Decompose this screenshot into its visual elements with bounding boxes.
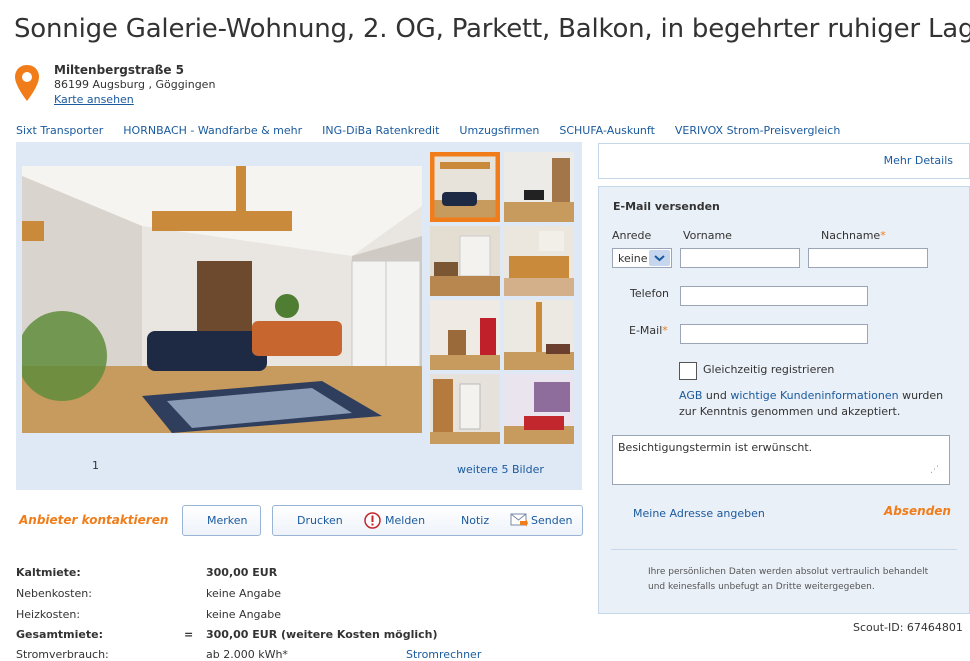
lastname-input[interactable] bbox=[808, 248, 928, 268]
message-text: Besichtigungstermin ist erwünscht. bbox=[618, 441, 813, 454]
thumbnail-3[interactable] bbox=[430, 226, 500, 296]
fact-value: keine Angabe bbox=[206, 608, 282, 621]
my-address-link[interactable]: Meine Adresse angeben bbox=[633, 507, 765, 520]
map-pin-icon bbox=[15, 65, 39, 101]
print-button[interactable]: Drucken bbox=[297, 514, 343, 527]
privacy-note-1: Ihre persönlichen Daten werden absolut v… bbox=[648, 567, 929, 577]
thumbnail-2[interactable] bbox=[504, 152, 574, 222]
ad-link[interactable]: VERIVOX Strom-Preisvergleich bbox=[675, 124, 840, 137]
thumbnail-4[interactable] bbox=[504, 226, 574, 296]
register-checkbox[interactable] bbox=[679, 362, 697, 380]
map-link[interactable]: Karte ansehen bbox=[54, 93, 134, 106]
page-title: Sonnige Galerie-Wohnung, 2. OG, Parkett,… bbox=[14, 14, 970, 44]
salutation-select[interactable]: keine bbox=[612, 248, 672, 268]
submit-button[interactable]: Absenden bbox=[884, 504, 951, 518]
fact-equals: = bbox=[184, 628, 194, 641]
fact-value: keine Angabe bbox=[206, 587, 282, 600]
lastname-label: Nachname* bbox=[821, 229, 886, 242]
fact-label: Kaltmiete: bbox=[16, 566, 81, 579]
details-box: Mehr Details bbox=[598, 143, 970, 179]
firstname-input[interactable] bbox=[680, 248, 800, 268]
scout-id: Scout-ID: 67464801 bbox=[853, 621, 963, 634]
salutation-value: keine bbox=[618, 252, 648, 265]
message-textarea[interactable]: Besichtigungstermin ist erwünscht. ⋰ bbox=[612, 435, 950, 485]
fact-value: 300,00 EUR (weitere Kosten möglich) bbox=[206, 628, 438, 641]
phone-label: Telefon bbox=[630, 287, 670, 300]
salutation-label: Anrede bbox=[612, 229, 652, 242]
ad-link[interactable]: HORNBACH - Wandfarbe & mehr bbox=[123, 124, 302, 137]
contact-provider-link[interactable]: Anbieter kontaktieren bbox=[19, 513, 168, 527]
more-pictures-link[interactable]: weitere 5 Bilder bbox=[457, 463, 544, 476]
email-form-panel: E-Mail versenden Anrede Vorname Nachname… bbox=[598, 186, 970, 614]
note-button[interactable]: Notiz bbox=[461, 514, 489, 527]
fact-label: Nebenkosten: bbox=[16, 587, 92, 600]
thumbnail-6[interactable] bbox=[504, 300, 574, 370]
fact-value: 300,00 EUR bbox=[206, 566, 278, 579]
ad-link[interactable]: SCHUFA-Auskunft bbox=[559, 124, 655, 137]
address-street: Miltenbergstraße 5 bbox=[54, 63, 185, 77]
privacy-note-2: und keinesfalls unbefugt an Dritte weite… bbox=[648, 582, 875, 592]
ad-links-bar: Sixt Transporter HORNBACH - Wandfarbe & … bbox=[16, 124, 860, 137]
thumbnail-8[interactable] bbox=[504, 374, 574, 444]
remember-label: Merken bbox=[207, 514, 248, 527]
thumbnail-7[interactable] bbox=[430, 374, 500, 444]
email-form-heading: E-Mail versenden bbox=[613, 200, 720, 213]
ad-link[interactable]: Umzugsfirmen bbox=[459, 124, 539, 137]
send-button[interactable]: Senden bbox=[531, 514, 572, 527]
thumbnail-1[interactable] bbox=[430, 152, 500, 222]
rent-facts: Kaltmiete: 300,00 EUR Nebenkosten: keine… bbox=[16, 566, 586, 661]
firstname-label: Vorname bbox=[683, 229, 732, 242]
email-label: E-Mail* bbox=[629, 324, 668, 337]
ad-link[interactable]: Sixt Transporter bbox=[16, 124, 103, 137]
more-details-link[interactable]: Mehr Details bbox=[884, 154, 953, 167]
divider bbox=[611, 549, 957, 550]
ad-link[interactable]: ING-DiBa Ratenkredit bbox=[322, 124, 439, 137]
action-toolbar: Drucken Melden Notiz Senden bbox=[272, 505, 583, 536]
email-input[interactable] bbox=[680, 324, 868, 344]
fact-label: Heizkosten: bbox=[16, 608, 81, 621]
register-label: Gleichzeitig registrieren bbox=[703, 363, 835, 376]
gallery-page-indicator: 1 bbox=[92, 459, 99, 472]
phone-input[interactable] bbox=[680, 286, 868, 306]
fact-label: Gesamtmiete: bbox=[16, 628, 103, 641]
chevron-down-icon bbox=[649, 250, 670, 266]
address-city: 86199 Augsburg , Göggingen bbox=[54, 78, 216, 91]
report-button[interactable]: Melden bbox=[385, 514, 425, 527]
terms-text: AGB und wichtige Kundeninformationen wur… bbox=[679, 389, 944, 402]
envelope-icon bbox=[510, 513, 528, 527]
main-photo[interactable] bbox=[22, 166, 422, 433]
agb-link[interactable]: AGB bbox=[679, 389, 702, 402]
warning-icon bbox=[364, 512, 381, 529]
customer-info-link[interactable]: wichtige Kundeninformationen bbox=[730, 389, 898, 402]
remember-button[interactable]: Merken bbox=[182, 505, 261, 536]
resize-handle-icon[interactable]: ⋰ bbox=[930, 465, 939, 475]
terms-text-2: zur Kenntnis genommen und akzeptiert. bbox=[679, 405, 901, 418]
thumbnail-5[interactable] bbox=[430, 300, 500, 370]
